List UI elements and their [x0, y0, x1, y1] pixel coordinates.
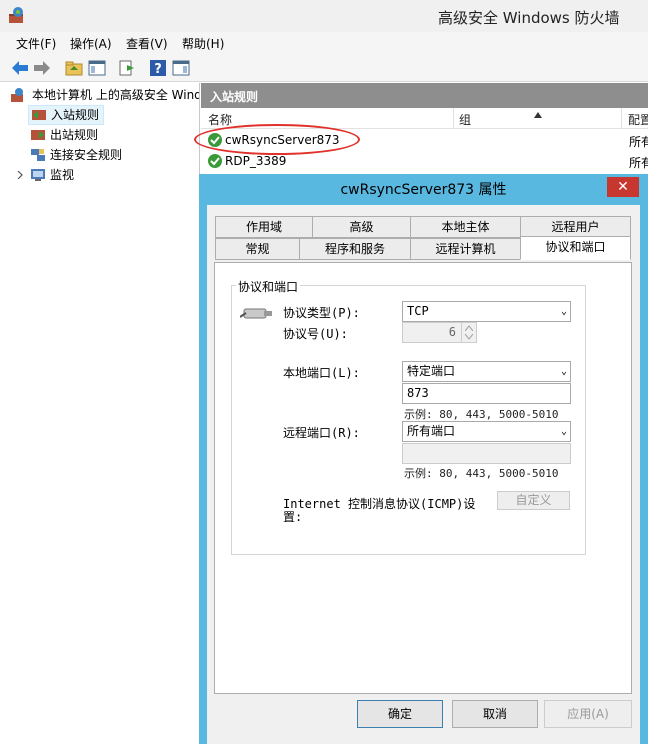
protocol-number-label: 协议号(U): — [283, 327, 348, 341]
title-bar: 高级安全 Windows 防火墙 — [0, 0, 648, 32]
local-port-select[interactable]: 特定端口 ⌄ — [402, 361, 571, 382]
up-folder-icon[interactable] — [64, 58, 84, 78]
firewall-icon — [9, 7, 23, 23]
outbound-rules-icon — [31, 130, 45, 140]
stepper-buttons[interactable] — [461, 323, 476, 342]
menu-action[interactable]: 操作(A) — [70, 35, 112, 52]
menu-help[interactable]: 帮助(H) — [182, 35, 224, 52]
local-port-label: 本地端口(L): — [283, 366, 360, 380]
rule-profile: 所有 — [629, 135, 648, 149]
svg-text:?: ? — [154, 62, 162, 77]
icmp-settings-label: Internet 控制消息协议(ICMP)设 — [283, 497, 476, 511]
ok-button[interactable]: 确定 — [357, 700, 443, 728]
protocol-type-label: 协议类型(P): — [283, 306, 360, 320]
tab-protocols-ports[interactable]: 协议和端口 — [520, 236, 631, 260]
protocol-type-select[interactable]: TCP ⌄ — [402, 301, 571, 322]
network-plug-icon — [240, 308, 272, 319]
close-icon: ✕ — [617, 179, 629, 195]
tab-general[interactable]: 常规 — [215, 238, 300, 260]
monitoring-icon — [31, 169, 45, 181]
column-header-group[interactable]: 组 — [459, 111, 471, 128]
stepper-up-icon[interactable] — [465, 325, 473, 331]
toolbar: ? — [0, 54, 648, 82]
show-hide-tree-icon[interactable] — [87, 58, 107, 78]
dialog-body: 作用域 高级 本地主体 远程用户 常规 程序和服务 远程计算机 协议和端口 协议… — [207, 205, 640, 744]
apply-button[interactable]: 应用(A) — [544, 700, 632, 728]
remote-port-example: 示例: 80, 443, 5000-5010 — [404, 467, 559, 480]
menu-view[interactable]: 查看(V) — [126, 35, 168, 52]
sort-up-icon — [534, 112, 542, 118]
column-header-name[interactable]: 名称 — [208, 111, 232, 128]
show-action-pane-icon[interactable] — [171, 58, 191, 78]
back-arrow-icon[interactable] — [10, 58, 30, 78]
chevron-down-icon: ⌄ — [560, 426, 567, 437]
export-list-icon[interactable] — [117, 58, 137, 78]
stepper-down-icon[interactable] — [465, 334, 473, 340]
window-title: 高级安全 Windows 防火墙 — [438, 9, 620, 27]
expand-arrow-icon[interactable] — [16, 171, 24, 179]
cancel-button[interactable]: 取消 — [452, 700, 538, 728]
highlight-annotation — [194, 124, 360, 155]
tab-remote-computers[interactable]: 远程计算机 — [410, 238, 521, 260]
tree-item-inbound-rules[interactable]: 入站规则 — [28, 105, 104, 125]
customize-button[interactable]: 自定义 — [497, 491, 570, 510]
navigation-tree: 本地计算机 上的高级安全 Windows 防火墙 入站规则 出站规则 连接安全规… — [0, 83, 200, 744]
column-separator[interactable] — [453, 108, 454, 129]
list-header-bar: 入站规则 — [201, 83, 648, 108]
column-header-profile[interactable]: 配置 — [628, 111, 648, 128]
local-port-example: 示例: 80, 443, 5000-5010 — [404, 408, 559, 421]
chevron-down-icon: ⌄ — [560, 366, 567, 377]
menu-file[interactable]: 文件(F) — [16, 35, 56, 52]
local-port-input[interactable]: 873 — [402, 383, 571, 404]
forward-arrow-icon[interactable] — [32, 58, 52, 78]
enabled-check-icon — [208, 154, 222, 168]
group-title: 协议和端口 — [236, 278, 301, 295]
tab-remote-users[interactable]: 远程用户 — [520, 216, 631, 238]
firewall-icon — [11, 88, 23, 102]
rule-profile: 所有 — [629, 156, 648, 170]
remote-port-input[interactable] — [402, 443, 571, 464]
column-separator[interactable] — [621, 108, 622, 129]
remote-port-select[interactable]: 所有端口 ⌄ — [402, 421, 571, 442]
inbound-rules-icon — [32, 110, 46, 120]
dialog-title: cwRsyncServer873 属性 — [340, 182, 507, 198]
list-title: 入站规则 — [210, 90, 259, 104]
tree-root[interactable]: 本地计算机 上的高级安全 Windows 防火墙 — [10, 85, 199, 105]
tab-advanced[interactable]: 高级 — [312, 216, 411, 238]
connection-security-icon — [31, 149, 45, 161]
help-icon[interactable]: ? — [148, 58, 168, 78]
icmp-settings-label-cont: 置: — [283, 510, 303, 524]
tab-programs-services[interactable]: 程序和服务 — [299, 238, 411, 260]
tab-panel-protocols-ports: 协议和端口 协议类型(P): TCP ⌄ 协议号(U): 6 本地端口(L): — [214, 262, 632, 694]
properties-dialog: cwRsyncServer873 属性 ✕ 作用域 高级 本地主体 远程用户 常… — [199, 174, 648, 744]
close-button[interactable]: ✕ — [607, 177, 639, 197]
remote-port-label: 远程端口(R): — [283, 426, 360, 440]
chevron-down-icon: ⌄ — [560, 306, 567, 317]
tree-root-label: 本地计算机 上的高级安全 Windows 防火墙 — [32, 88, 199, 102]
tab-local-principals[interactable]: 本地主体 — [410, 216, 521, 238]
menu-bar: 文件(F) 操作(A) 查看(V) 帮助(H) — [0, 32, 648, 54]
rule-name: RDP_3389 — [225, 154, 287, 168]
tab-scope[interactable]: 作用域 — [215, 216, 313, 238]
